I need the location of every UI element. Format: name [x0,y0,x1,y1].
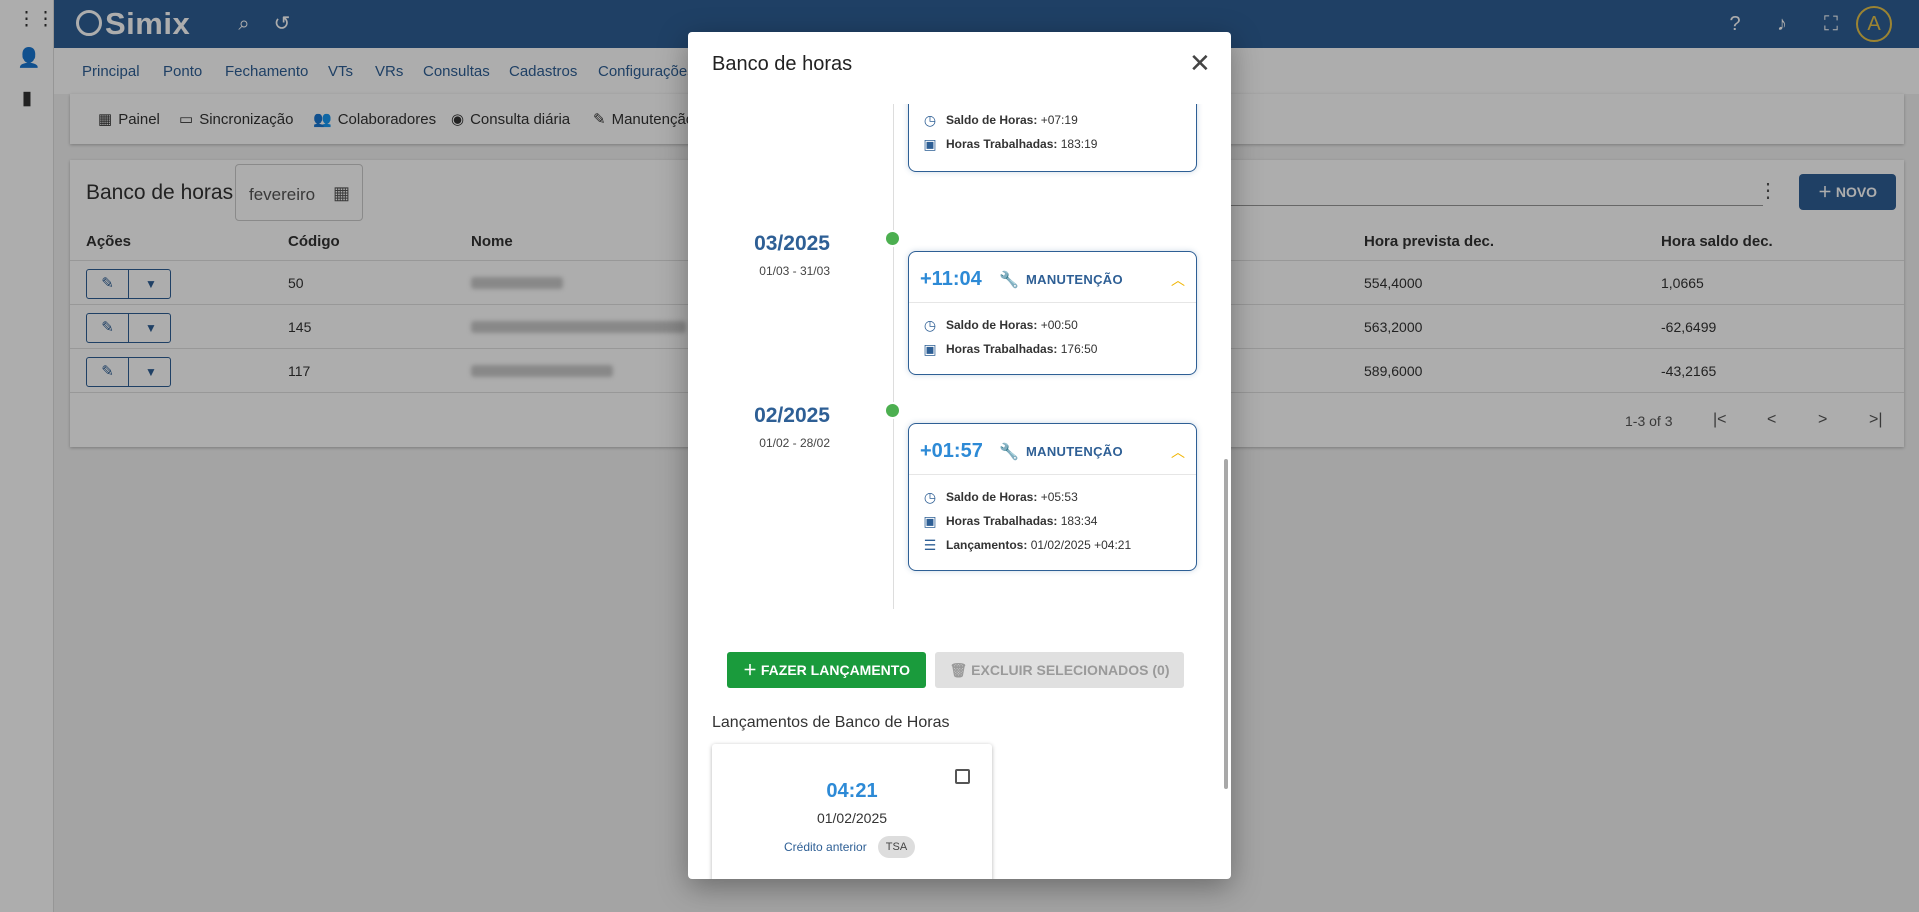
tsa-badge: TSA [878,836,915,858]
lancamento-date: 01/02/2025 [816,810,888,826]
chevron-up-icon[interactable]: ︿ [1171,442,1185,462]
timeline-date: 03/2025 01/03 - 31/03 [754,232,830,278]
work-icon: ▣ [923,513,937,529]
lancamentos-line: ☰ Lançamentos: 01/02/2025 +04:21 [923,537,1132,553]
work-icon: ▣ [923,136,937,152]
card-header[interactable]: +11:04 🔧 MANUTENÇÃO ︿ [909,252,1196,303]
saldo-line: ◷ Saldo de Horas: +00:50 [923,317,1078,333]
trabalhadas-line: ▣ Horas Trabalhadas: 183:19 [923,136,1098,152]
lancamento-hours: 04:21 [826,780,878,802]
work-icon: ▣ [923,341,937,357]
timeline-card: +11:04 🔧 MANUTENÇÃO ︿ ◷ Saldo de Horas: +… [908,251,1197,375]
clock-icon: ◷ [923,489,937,505]
timeline-dot [884,402,901,419]
lancamento-type: Crédito anterior [784,840,867,854]
list-icon: ☰ [923,537,937,553]
modal-scroll-body[interactable]: ◷ Saldo de Horas: +07:19 ▣ Horas Trabalhad… [688,104,1231,879]
trash-icon: 🗑 [949,662,968,678]
excluir-selecionados-button[interactable]: 🗑 EXCLUIR SELECIONADOS (0) [935,652,1184,688]
modal-scrollbar[interactable] [1223,104,1229,874]
scrollbar-thumb[interactable] [1224,459,1228,789]
close-icon[interactable]: ✕ [1189,50,1211,76]
timeline-dot [884,230,901,247]
clock-icon: ◷ [923,317,937,333]
timeline-card-previous: ◷ Saldo de Horas: +07:19 ▣ Horas Trabalhad… [908,104,1197,172]
wrench-icon: 🔧 [999,444,1019,461]
card-header[interactable]: +01:57 🔧 MANUTENÇÃO ︿ [909,424,1196,475]
modal-title: Banco de horas [712,53,853,75]
trabalhadas-line: ▣ Horas Trabalhadas: 176:50 [923,341,1098,357]
saldo-line: ◷ Saldo de Horas: +07:19 [923,112,1078,128]
lancamentos-title: Lançamentos de Banco de Horas [712,714,950,731]
saldo-line: ◷ Saldo de Horas: +05:53 [923,489,1078,505]
lancamento-card[interactable]: 04:21 01/02/2025 Crédito anterior TSA [712,744,992,879]
fazer-lancamento-button[interactable]: ＋ FAZER LANÇAMENTO [727,652,926,688]
timeline-line [893,104,894,609]
timeline-date: 02/2025 01/02 - 28/02 [754,404,830,450]
wrench-icon: 🔧 [999,272,1019,289]
clock-icon: ◷ [923,112,937,128]
banco-horas-modal: Banco de horas ✕ ◷ Saldo de Horas: +07:19… [688,32,1231,879]
trabalhadas-line: ▣ Horas Trabalhadas: 183:34 [923,513,1098,529]
chevron-up-icon[interactable]: ︿ [1171,270,1185,290]
timeline-card: +01:57 🔧 MANUTENÇÃO ︿ ◷ Saldo de Horas: +… [908,423,1197,571]
